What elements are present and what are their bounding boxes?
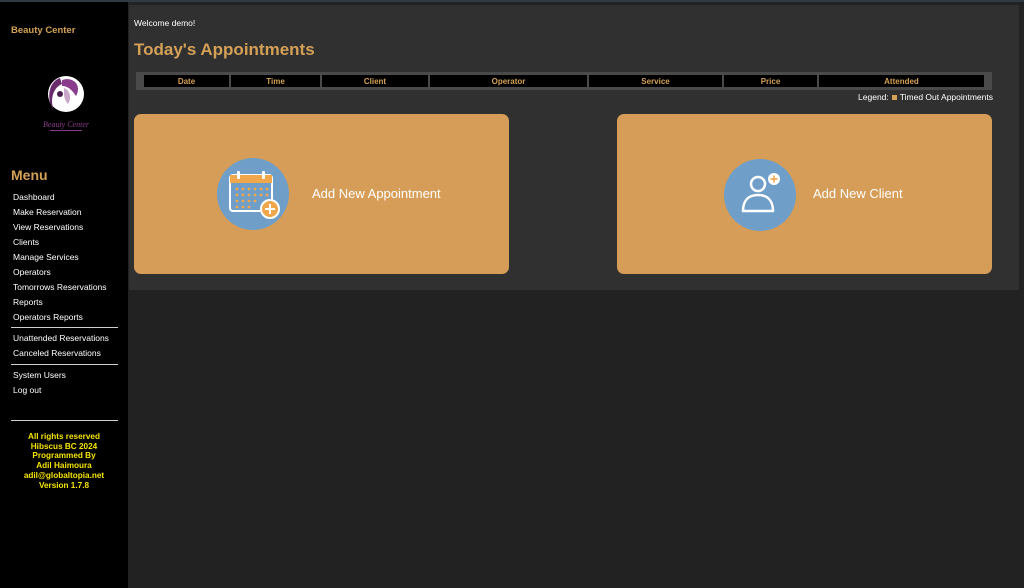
- appointments-table: Date Time Client Operator Service Price …: [136, 72, 992, 90]
- legend: Legend: Timed Out Appointments: [858, 92, 993, 102]
- logo-text: Beauty Center: [43, 120, 90, 129]
- column-header-price: Price: [724, 75, 817, 87]
- menu-title: Menu: [11, 167, 48, 183]
- menu-item-clients[interactable]: Clients: [13, 237, 39, 247]
- legend-label: Timed Out Appointments: [899, 92, 993, 102]
- footer-rights: All rights reserved: [28, 432, 100, 441]
- menu-item-canceled-reservations[interactable]: Canceled Reservations: [13, 348, 101, 358]
- footer-programmed-by: Programmed By: [32, 451, 96, 461]
- sidebar-brand: Beauty Center: [11, 25, 76, 36]
- add-client-card[interactable]: Add New Client: [617, 114, 992, 274]
- page-title: Today's Appointments: [134, 40, 315, 59]
- menu-item-operators[interactable]: Operators: [13, 267, 51, 277]
- footer-version: Version 1.7.8: [38, 480, 90, 490]
- table-header-row: Date Time Client Operator Service Price …: [144, 75, 984, 87]
- menu-item-log-out[interactable]: Log out: [13, 385, 41, 395]
- beauty-center-logo: Beauty Center: [43, 76, 90, 131]
- footer-email: adil@globaltopia.net: [23, 470, 105, 480]
- sidebar-footer: All rights reserved Hibscus BC 2024 Prog…: [0, 432, 128, 490]
- user-plus-icon: [724, 159, 796, 231]
- footer-divider: [11, 420, 118, 421]
- column-header-client: Client: [322, 75, 428, 87]
- top-border: [0, 0, 1024, 2]
- column-header-time: Time: [231, 75, 320, 87]
- menu-item-unattended-reservations[interactable]: Unattended Reservations: [13, 333, 109, 343]
- menu-item-manage-services[interactable]: Manage Services: [13, 252, 79, 262]
- column-header-date: Date: [144, 75, 229, 87]
- footer-company: Hibscus BC 2024: [30, 441, 98, 451]
- column-header-service: Service: [589, 75, 722, 87]
- menu-divider: [11, 364, 118, 365]
- menu-item-operators-reports[interactable]: Operators Reports: [13, 312, 83, 322]
- menu-item-reports[interactable]: Reports: [13, 297, 43, 307]
- column-header-operator: Operator: [430, 75, 587, 87]
- add-client-label: Add New Client: [813, 186, 903, 201]
- welcome-message: Welcome demo!: [134, 18, 196, 28]
- menu-item-make-reservation[interactable]: Make Reservation: [13, 207, 82, 217]
- add-appointment-card[interactable]: Add New Appointment: [134, 114, 509, 274]
- add-appointment-label: Add New Appointment: [312, 186, 441, 201]
- sidebar: Beauty Center Beauty Center Menu Dashboa…: [0, 2, 128, 588]
- column-header-attended: Attended: [819, 75, 984, 87]
- menu-item-system-users[interactable]: System Users: [13, 370, 66, 380]
- legend-swatch: [891, 94, 897, 100]
- menu-item-tomorrows-reservations[interactable]: Tomorrows Reservations: [13, 282, 107, 292]
- footer-author: Adil Haimoura: [36, 461, 92, 471]
- menu-divider: [11, 327, 118, 328]
- legend-prefix: Legend:: [858, 92, 889, 102]
- menu-item-dashboard[interactable]: Dashboard: [13, 192, 55, 202]
- menu-item-view-reservations[interactable]: View Reservations: [13, 222, 83, 232]
- calendar-plus-icon: [217, 158, 289, 230]
